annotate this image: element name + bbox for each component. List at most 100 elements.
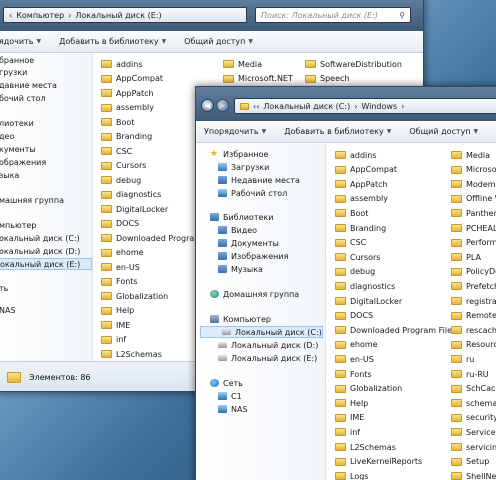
folder-item[interactable]: diagnostics (335, 280, 395, 292)
folder-item[interactable]: Media (223, 58, 262, 70)
folder-item[interactable]: debug (101, 174, 141, 186)
folder-item[interactable]: Cursors (335, 251, 380, 263)
folder-item[interactable]: SoftwareDistribution (305, 58, 402, 70)
folder-item[interactable]: AppPatch (101, 87, 154, 99)
folder-item[interactable]: Cursors (101, 160, 146, 172)
folder-item[interactable]: Microsof (451, 164, 496, 176)
nav-item[interactable]: бранное (0, 54, 92, 66)
nav-homegroup[interactable]: Домашняя группа (196, 288, 325, 300)
folder-item[interactable]: AppCompat (101, 73, 163, 85)
forward-arrow-button[interactable]: ▶ (216, 99, 229, 112)
folder-item[interactable]: IME (335, 412, 364, 424)
folder-item[interactable]: L2Schemas (335, 441, 396, 453)
back-search-input[interactable]: Поиск: Локальный диск (E:) ⚲ (255, 7, 411, 23)
folder-item[interactable]: inf (335, 426, 360, 438)
folder-item[interactable]: DigitalLocker (101, 203, 168, 215)
folder-item[interactable]: security (451, 412, 496, 424)
nav-item-drive-c[interactable]: Локальный диск (C:) (200, 326, 323, 338)
folder-item[interactable]: Microsoft.NET (223, 73, 293, 85)
folder-item[interactable]: Globalization (335, 383, 402, 395)
nav-item[interactable]: NAS (0, 304, 92, 316)
folder-item[interactable]: AppCompat (335, 164, 397, 176)
nav-item-nas[interactable]: NAS (196, 403, 325, 415)
folder-item[interactable]: AppPatch (335, 178, 388, 190)
folder-item[interactable]: Perform (451, 237, 496, 249)
add-to-library-button[interactable]: Добавить в библиотеку ▼ (59, 37, 166, 46)
search-icon[interactable]: ⚲ (399, 11, 405, 20)
nav-item-drive-d[interactable]: Локальный диск (D:) (196, 339, 325, 351)
folder-item[interactable]: DOCS (335, 310, 373, 322)
folder-item[interactable]: registrat (451, 295, 496, 307)
nav-network[interactable]: Сеть (196, 377, 325, 389)
nav-item-video[interactable]: Видео (196, 224, 325, 236)
nav-item[interactable]: давние места (0, 79, 92, 91)
folder-item[interactable]: Fonts (101, 276, 138, 288)
breadcrumb-item[interactable]: Windows (361, 102, 397, 111)
folder-item[interactable]: ModemL (451, 178, 496, 190)
folder-item[interactable]: Globalization (101, 290, 168, 302)
back-arrow-button[interactable]: ◀ (201, 99, 214, 112)
folder-item[interactable]: debug (335, 266, 375, 278)
folder-item[interactable]: ru-RU (451, 368, 489, 380)
folder-item[interactable]: ru (451, 353, 474, 365)
breadcrumb-item[interactable]: Компьютер (16, 11, 64, 20)
folder-item[interactable]: Prefetch (451, 280, 496, 292)
organize-button[interactable]: Упорядочить ▼ (204, 127, 266, 136)
share-button[interactable]: Общий доступ ▼ (409, 127, 478, 136)
folder-item[interactable]: CSC (101, 145, 132, 157)
folder-item[interactable]: Help (335, 397, 368, 409)
nav-item[interactable]: зыка (0, 169, 92, 181)
nav-item[interactable]: окальный диск (D:) (0, 245, 92, 257)
folder-item[interactable]: diagnostics (101, 189, 161, 201)
nav-item[interactable]: ображения (0, 156, 92, 168)
breadcrumb-item[interactable]: Локальный диск (E:) (75, 11, 161, 20)
nav-item[interactable]: кументы (0, 143, 92, 155)
folder-item[interactable]: schemas (451, 397, 496, 409)
folder-item[interactable]: servicing (451, 441, 496, 453)
nav-item-documents[interactable]: Документы (196, 237, 325, 249)
folder-item[interactable]: assembly (335, 193, 388, 205)
folder-item[interactable]: L2Schemas (101, 348, 162, 360)
folder-item[interactable]: Offline W (451, 193, 496, 205)
folder-item[interactable]: DOCS (101, 218, 139, 230)
folder-item[interactable]: ServiceP (451, 426, 496, 438)
folder-item[interactable]: Downloaded Program F (101, 232, 209, 244)
nav-item[interactable]: мпьютер (0, 219, 92, 231)
organize-button[interactable]: упорядочить▼ (0, 37, 41, 46)
folder-item[interactable]: ShellNew (451, 470, 496, 480)
nav-item[interactable]: окальный диск (C:) (0, 232, 92, 244)
folder-item[interactable]: IME (101, 319, 130, 331)
folder-item[interactable]: Boot (101, 116, 134, 128)
folder-item[interactable]: Boot (335, 207, 368, 219)
folder-item[interactable]: PCHEALT (451, 222, 496, 234)
folder-item[interactable]: LiveKernelReports (335, 456, 422, 468)
folder-item[interactable]: CSC (335, 237, 366, 249)
nav-item[interactable]: бочий стол (0, 92, 92, 104)
nav-item-drive-e[interactable]: Локальный диск (E:) (196, 352, 325, 364)
nav-item[interactable]: окальный диск (E:) (0, 258, 92, 270)
nav-item[interactable]: машняя группа (0, 194, 92, 206)
folder-item[interactable]: en-US (101, 261, 140, 273)
folder-item[interactable]: RemoteP (451, 310, 496, 322)
folder-item[interactable]: ehome (335, 339, 378, 351)
nav-libraries[interactable]: Библиотеки (196, 211, 325, 223)
folder-item[interactable]: addins (335, 149, 377, 161)
folder-item[interactable]: ehome (101, 247, 144, 259)
folder-item[interactable]: Resourc (451, 339, 496, 351)
nav-computer[interactable]: Компьютер (196, 313, 325, 325)
nav-favorites[interactable]: ★ Избранное (196, 148, 325, 160)
folder-item[interactable]: Branding (101, 131, 152, 143)
folder-item[interactable]: inf (101, 334, 126, 346)
folder-item[interactable]: Media (451, 149, 490, 161)
folder-item[interactable]: rescache (451, 324, 496, 336)
folder-item[interactable]: Downloaded Program Files (335, 324, 456, 336)
front-breadcrumb[interactable]: ‹‹ Локальный диск (C:) › Windows › (234, 98, 496, 114)
folder-item[interactable]: Logs (335, 470, 368, 480)
folder-item[interactable]: PLA (451, 251, 481, 263)
nav-item-desktop[interactable]: Рабочий стол (196, 187, 325, 199)
folder-item[interactable]: SchCach (451, 383, 496, 395)
nav-item[interactable]: део (0, 130, 92, 142)
nav-item-recent-places[interactable]: Недавние места (196, 174, 325, 186)
folder-item[interactable]: assembly (101, 102, 154, 114)
nav-item[interactable]: грузки (0, 66, 92, 78)
